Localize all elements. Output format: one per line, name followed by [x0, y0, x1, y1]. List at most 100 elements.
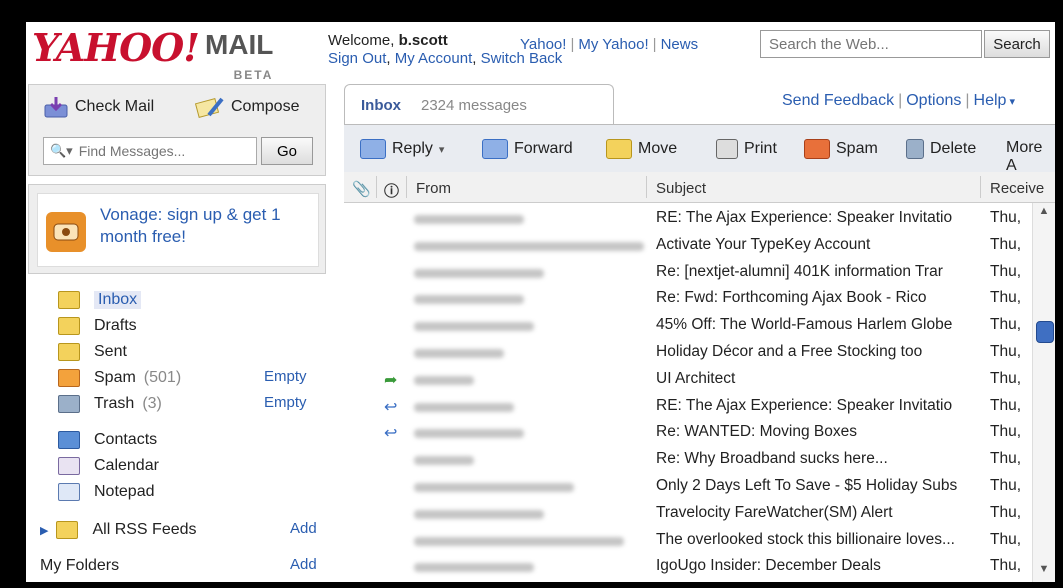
message-subject: Re: WANTED: Moving Boxes: [656, 423, 857, 441]
my-folders-header[interactable]: My Folders: [40, 554, 119, 578]
username: b.scott: [398, 32, 448, 49]
rss-label: All RSS Feeds: [92, 521, 197, 538]
message-row[interactable]: Re: Why Broadband sucks here... Thu,: [344, 446, 1032, 472]
message-row[interactable]: Only 2 Days Left To Save - $5 Holiday Su…: [344, 473, 1032, 499]
add-folder-link[interactable]: Add: [290, 556, 317, 573]
options-link[interactable]: Options: [906, 92, 961, 109]
scroll-up-arrow-icon[interactable]: ▲: [1036, 205, 1052, 221]
vonage-promo-link[interactable]: Vonage: sign up & get 1 month free!: [100, 204, 300, 248]
empty-spam-link[interactable]: Empty: [264, 368, 307, 385]
sender-redacted: [414, 429, 524, 439]
more-actions-label: More A: [1006, 139, 1043, 174]
tab-inbox[interactable]: Inbox 2324 messages: [344, 84, 614, 125]
forward-button[interactable]: Forward: [482, 139, 573, 159]
column-subject[interactable]: Subject: [656, 180, 706, 197]
check-mail-button[interactable]: Check Mail: [43, 95, 154, 119]
message-date: Thu,: [990, 262, 1022, 280]
message-row[interactable]: 45% Off: The World-Famous Harlem Globe Th…: [344, 312, 1032, 338]
move-button[interactable]: Move: [606, 139, 677, 159]
compose-button[interactable]: Compose: [195, 95, 299, 119]
message-row[interactable]: Travelocity FareWatcher(SM) Alert Thu,: [344, 500, 1032, 526]
spam-count: (501): [143, 369, 182, 386]
message-row[interactable]: The overlooked stock this billionaire lo…: [344, 527, 1032, 553]
column-from[interactable]: From: [416, 180, 451, 197]
calendar-item[interactable]: Calendar: [58, 454, 159, 478]
message-row[interactable]: ➦ UI Architect Thu,: [344, 366, 1032, 392]
scroll-down-arrow-icon[interactable]: ▼: [1036, 563, 1052, 579]
help-link[interactable]: Help: [974, 92, 1007, 109]
message-toolbar: Reply ▾ Forward Move Print Spam Delete M…: [344, 124, 1055, 174]
folder-label: Inbox: [94, 291, 142, 309]
rss-folder-icon: [56, 521, 79, 539]
web-search-input[interactable]: [760, 30, 982, 58]
message-row[interactable]: RE: The Ajax Experience: Speaker Invitat…: [344, 205, 1032, 231]
message-row[interactable]: ↩ Re: WANTED: Moving Boxes Thu,: [344, 419, 1032, 445]
find-messages-field[interactable]: 🔍▾: [43, 137, 257, 165]
contacts-icon: [58, 431, 80, 449]
reply-dropdown-icon[interactable]: ▾: [439, 143, 445, 156]
empty-trash-link[interactable]: Empty: [264, 394, 307, 411]
replied-icon: ↩: [384, 398, 398, 416]
notepad-icon: [58, 483, 80, 501]
folder-item-sent[interactable]: Sent: [58, 340, 127, 364]
trash-count: (3): [142, 395, 162, 412]
web-search-button[interactable]: Search: [984, 30, 1050, 58]
message-row[interactable]: ↩ RE: The Ajax Experience: Speaker Invita…: [344, 393, 1032, 419]
vonage-ad[interactable]: Vonage: sign up & get 1 month free!: [37, 193, 319, 267]
help-dropdown-icon[interactable]: ▾: [1006, 96, 1015, 108]
attachment-column-icon[interactable]: 📎: [352, 180, 371, 198]
news-link[interactable]: News: [661, 36, 699, 53]
scrollbar-thumb[interactable]: [1036, 321, 1054, 343]
sign-out-link[interactable]: Sign Out: [328, 50, 386, 67]
folder-item-inbox[interactable]: Inbox: [58, 288, 142, 312]
sender-redacted: [414, 402, 514, 412]
logo-mail-text: MAIL BETA: [205, 26, 273, 82]
message-date: Thu,: [990, 235, 1022, 253]
message-subject: RE: The Ajax Experience: Speaker Invitat…: [656, 396, 953, 414]
find-messages-input[interactable]: [76, 142, 251, 160]
message-row[interactable]: Re: Fwd: Forthcoming Ajax Book - Rico Thu…: [344, 285, 1032, 311]
compose-label: Compose: [231, 98, 300, 115]
message-row[interactable]: IgoUgo Insider: December Deals Thu,: [344, 553, 1032, 579]
my-yahoo-link[interactable]: My Yahoo!: [578, 36, 648, 53]
message-row[interactable]: Re: [nextjet-alumni] 401K information Tr…: [344, 259, 1032, 285]
add-rss-link[interactable]: Add: [290, 520, 317, 537]
folder-item-spam[interactable]: Spam (501): [58, 366, 181, 390]
print-button[interactable]: Print: [716, 139, 777, 159]
spam-button[interactable]: Spam: [804, 139, 878, 159]
spam-folder-icon: [58, 369, 80, 387]
rss-feeds-item[interactable]: ▶ All RSS Feeds: [40, 518, 197, 542]
logo-yahoo-text: YAHOO!: [32, 25, 200, 70]
message-date: Thu,: [990, 477, 1022, 494]
delete-button[interactable]: Delete: [906, 139, 976, 159]
notepad-item[interactable]: Notepad: [58, 480, 155, 504]
search-icon: 🔍▾: [50, 143, 73, 158]
contacts-item[interactable]: Contacts: [58, 428, 157, 452]
message-date: Thu,: [990, 557, 1022, 575]
more-actions-button[interactable]: More A: [1006, 139, 1055, 175]
sender-redacted: [414, 268, 544, 278]
send-feedback-link[interactable]: Send Feedback: [782, 92, 894, 109]
drafts-folder-icon: [58, 317, 80, 335]
flag-column-icon[interactable]: ⓘ: [384, 180, 399, 201]
yahoo-link[interactable]: Yahoo!: [520, 36, 566, 53]
inbox-folder-icon: [58, 291, 80, 309]
message-list-scrollbar[interactable]: ▲ ▼: [1032, 203, 1055, 582]
trash-icon: [906, 139, 924, 159]
reply-label: Reply: [392, 140, 433, 157]
folder-item-trash[interactable]: Trash (3): [58, 392, 162, 416]
folder-item-drafts[interactable]: Drafts: [58, 314, 137, 338]
message-row[interactable]: Activate Your TypeKey Account Thu,: [344, 232, 1032, 258]
my-account-link[interactable]: My Account: [395, 50, 473, 67]
my-folders-label: My Folders: [40, 557, 120, 574]
column-received[interactable]: Receive: [990, 180, 1044, 197]
message-subject: RE: The Ajax Experience: Speaker Invitat…: [656, 209, 953, 226]
find-go-button[interactable]: Go: [261, 137, 313, 165]
sender-redacted: [414, 349, 504, 358]
reply-button[interactable]: Reply ▾: [360, 139, 444, 159]
folder-label: Sent: [94, 343, 127, 360]
yahoo-mail-logo[interactable]: YAHOO! MAIL BETA: [32, 25, 273, 83]
delete-label: Delete: [930, 140, 977, 157]
message-row[interactable]: Holiday Décor and a Free Stocking too Thu…: [344, 339, 1032, 365]
sender-redacted: [414, 536, 624, 546]
